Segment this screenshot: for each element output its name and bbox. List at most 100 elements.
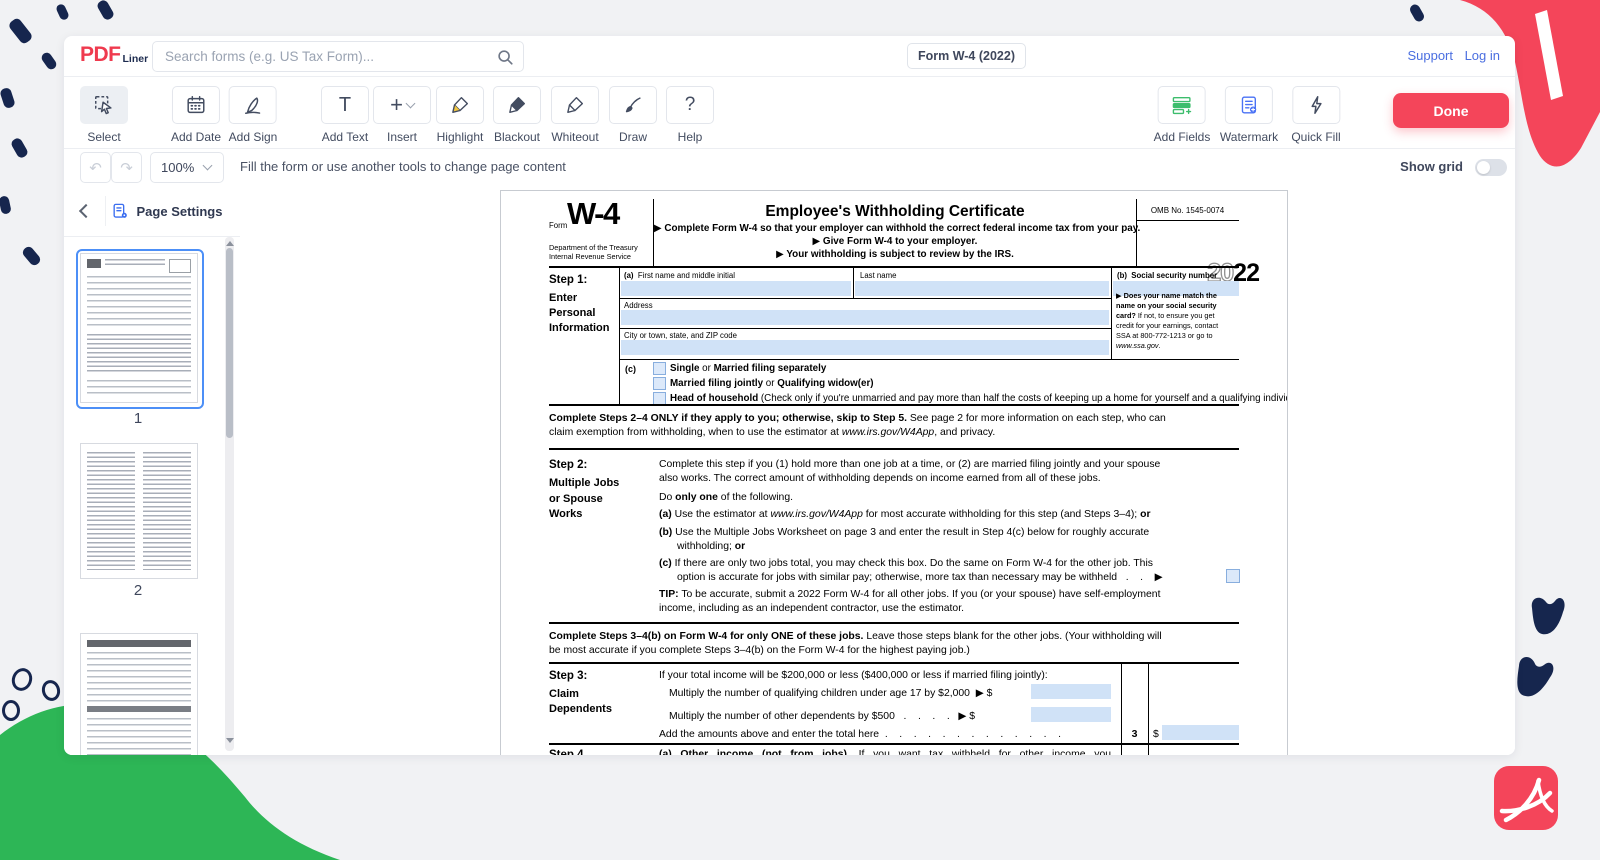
two-jobs-checkbox[interactable]: [1226, 569, 1240, 583]
tool-label: Add Text: [322, 130, 368, 144]
ssa-note-line: SSA at 800-772-1213 or go to: [1116, 331, 1213, 340]
form-line: [1111, 267, 1112, 359]
search-icon[interactable]: [496, 48, 514, 66]
search-bar[interactable]: [152, 41, 524, 72]
first-name-field[interactable]: [621, 281, 851, 296]
tool-select[interactable]: Select: [80, 86, 128, 144]
other-dependents-amount-field[interactable]: [1031, 707, 1111, 722]
text-icon: T: [339, 94, 351, 117]
filing-status-checkbox-married-jointly[interactable]: [653, 377, 666, 390]
step2-item-b-line: (b) Use the Multiple Jobs Worksheet on p…: [659, 526, 1149, 539]
add-fields-icon: [1171, 94, 1193, 116]
qualifying-children-amount-field[interactable]: [1031, 684, 1111, 699]
form-line: [549, 266, 1239, 268]
tool-draw[interactable]: Draw: [609, 86, 657, 144]
step3-row-number: 3: [1121, 728, 1148, 741]
dept-line2: Internal Revenue Service: [549, 252, 631, 261]
sidebar-scrollbar-thumb[interactable]: [226, 248, 233, 438]
decor-dash: [0, 195, 12, 215]
show-grid-toggle[interactable]: [1475, 159, 1507, 176]
pages-sidebar: Page Settings 1: [64, 186, 240, 755]
tool-add-fields[interactable]: Add Fields: [1154, 86, 1211, 144]
tool-blackout[interactable]: Blackout: [493, 86, 541, 144]
zoom-dropdown[interactable]: 100%: [150, 152, 224, 183]
filing-status-checkbox-single[interactable]: [653, 362, 666, 375]
redo-button[interactable]: ↷: [111, 152, 142, 183]
tool-whiteout[interactable]: Whiteout: [551, 86, 599, 144]
city-field[interactable]: [621, 340, 1109, 355]
address-field[interactable]: [621, 310, 1109, 325]
watermark-icon: [1238, 94, 1260, 116]
tool-add-sign[interactable]: Add Sign: [229, 86, 278, 144]
tool-label: Insert: [387, 130, 417, 144]
tool-watermark[interactable]: Watermark: [1220, 86, 1278, 144]
step3-title-line: Dependents: [549, 703, 612, 717]
tool-quick-fill[interactable]: Quick Fill: [1291, 86, 1340, 144]
chevron-down-icon: [203, 161, 213, 171]
signature-pen-icon: [242, 94, 264, 116]
step2-item-c-line: option is accurate for jobs with similar…: [677, 571, 1163, 584]
pdfliner-logo-badge: [1494, 766, 1558, 830]
form-line: [619, 328, 1111, 329]
page-settings-button[interactable]: Page Settings: [105, 186, 228, 236]
step3-dollar-sign: $: [1153, 728, 1159, 741]
scroll-up-arrow[interactable]: [226, 241, 234, 246]
page-thumbnail-1-selected[interactable]: [76, 249, 204, 409]
step1-title-line: Personal: [549, 307, 595, 321]
sub-toolbar: ↶ ↷ 100% Fill the form or use another to…: [64, 148, 1515, 187]
tool-label: Add Fields: [1154, 130, 1211, 144]
steps34-note-line: Complete Steps 3–4(b) on Form W-4 for on…: [549, 630, 1162, 643]
thumb-decoration: [87, 706, 191, 712]
decor-dash: [96, 0, 116, 21]
redo-icon: ↷: [120, 159, 133, 177]
thumb-decoration: [169, 259, 191, 273]
form-line: [1148, 662, 1149, 755]
page-settings-icon: [111, 202, 130, 221]
tool-label: Add Sign: [229, 130, 278, 144]
undo-button[interactable]: ↶: [80, 152, 111, 183]
page-settings-label: Page Settings: [137, 204, 223, 219]
scroll-down-arrow[interactable]: [226, 738, 234, 743]
zoom-value: 100%: [161, 160, 200, 175]
tool-help[interactable]: ? Help: [666, 86, 714, 144]
page-thumbnail-3[interactable]: [80, 633, 198, 755]
tool-insert[interactable]: + Insert: [373, 86, 431, 144]
step3-total-line: Add the amounts above and enter the tota…: [659, 728, 1061, 741]
calendar-icon: [185, 94, 207, 116]
step2-item-a: (a) Use the estimator at www.irs.gov/W4A…: [659, 508, 1151, 521]
step1c-label: (c): [625, 364, 636, 375]
done-button[interactable]: Done: [1393, 93, 1509, 128]
ssa-note-line: www.ssa.gov.: [1116, 341, 1161, 350]
step2-title-line: Multiple Jobs: [549, 477, 619, 491]
step1-label: Step 1:: [549, 273, 587, 287]
tool-add-date[interactable]: Add Date: [171, 86, 221, 144]
last-name-field[interactable]: [855, 281, 1109, 296]
ssa-note-line: ▶ Does your name match the: [1116, 291, 1217, 300]
step1-title-line: Information: [549, 322, 610, 336]
search-input[interactable]: [163, 48, 496, 65]
ssn-label: (b) Social security number: [1117, 271, 1217, 281]
decor-dash: [40, 51, 59, 71]
step2-label: Step 2:: [549, 458, 587, 472]
step1-title-line: Enter: [549, 292, 577, 306]
thumb-decoration: [87, 640, 191, 647]
collapse-sidebar-button[interactable]: [76, 201, 96, 221]
thumb-decoration: [87, 276, 191, 328]
step3-children-line: Multiply the number of qualifying childr…: [669, 687, 992, 700]
tool-highlight[interactable]: Highlight: [436, 86, 484, 144]
thumb-decoration: [87, 452, 135, 570]
page-thumbnail-2[interactable]: [80, 443, 198, 579]
plus-icon: +: [390, 92, 403, 118]
tool-add-text[interactable]: T Add Text: [321, 86, 369, 144]
toolbar-hint-text: Fill the form or use another tools to ch…: [240, 148, 566, 186]
decor-dash: [10, 137, 30, 160]
pdfliner-logo[interactable]: PDF Liner: [80, 44, 148, 66]
total-dependents-amount-field[interactable]: [1162, 725, 1239, 740]
form-line: [549, 404, 1239, 406]
tool-label: Highlight: [437, 130, 484, 144]
decor-navy-blob: [1528, 594, 1566, 640]
page-number: 1: [80, 410, 196, 427]
highlight-brush-icon: [449, 94, 471, 116]
support-link[interactable]: Support: [1407, 48, 1453, 63]
login-link[interactable]: Log in: [1465, 48, 1500, 63]
